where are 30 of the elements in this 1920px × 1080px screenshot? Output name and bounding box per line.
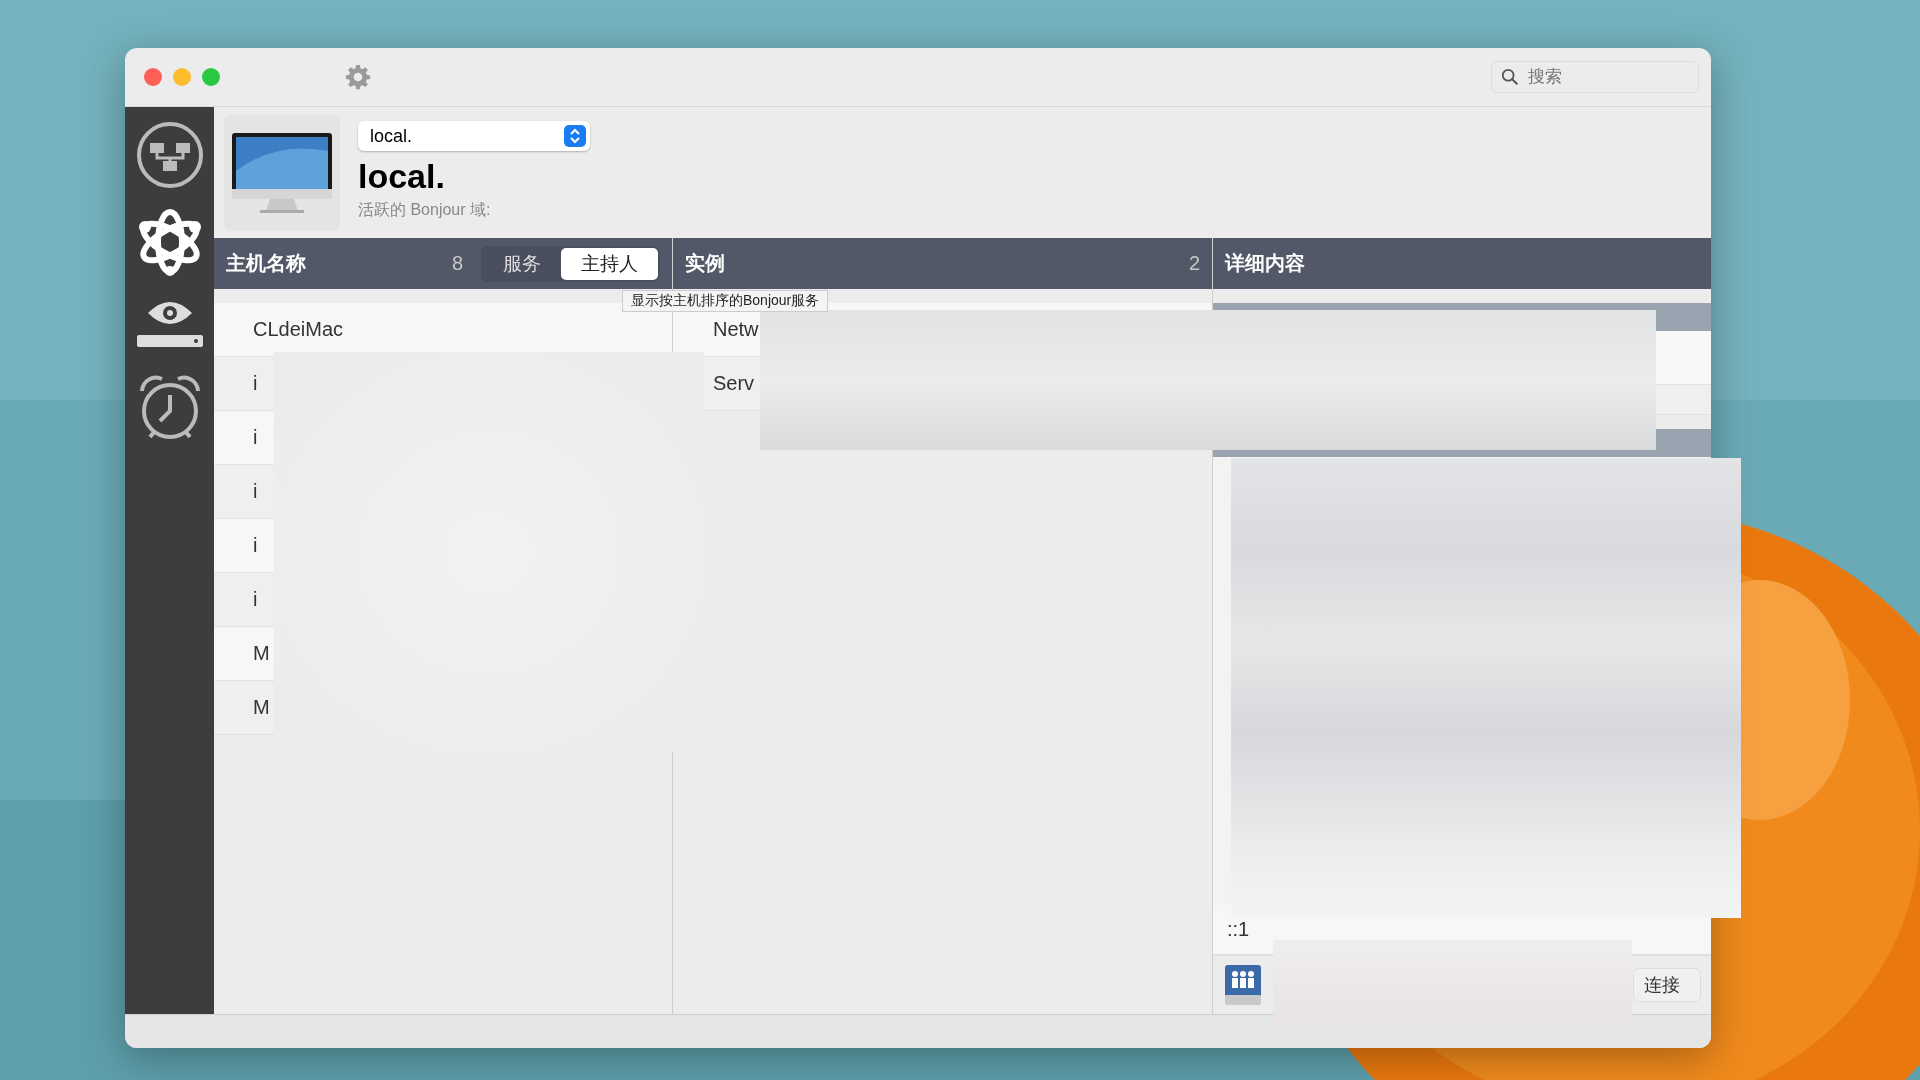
host-name: M: [253, 642, 270, 665]
network-drive-icon: [1223, 963, 1263, 1007]
column-heading: 详细内容: [1225, 251, 1305, 276]
host-name: M: [253, 696, 270, 719]
domain-title: local.: [358, 157, 446, 196]
instance-name: Serv: [713, 372, 755, 395]
host-name: i: [253, 588, 258, 611]
column-heading: 主机名称: [226, 251, 306, 276]
host-count: 8: [451, 252, 463, 275]
column-heading: 实例: [685, 251, 725, 276]
close-button[interactable]: [144, 68, 162, 86]
network-icon[interactable]: [135, 121, 204, 189]
domain-dropdown[interactable]: local.: [358, 121, 590, 151]
search-field[interactable]: 搜索: [1491, 61, 1699, 93]
segment-tab[interactable]: 服务: [483, 247, 561, 280]
host-name: i: [253, 372, 258, 395]
instance-name: Netw: [713, 318, 759, 341]
tooltip: 显示按主机排序的Bonjour服务: [622, 290, 829, 312]
address-text: ::1: [1227, 918, 1250, 941]
stepper-icon: [564, 125, 586, 147]
host-name: i: [253, 480, 258, 503]
instance-count: 2: [1188, 252, 1200, 275]
monitor-icon: [230, 131, 334, 215]
host-name: CLdeiMac: [253, 318, 344, 341]
segment-tab[interactable]: 主持人: [561, 247, 658, 280]
host-name: i: [253, 534, 258, 557]
search-icon: [1501, 68, 1519, 86]
host-name: i: [253, 426, 258, 449]
domain-subtitle: 活跃的 Bonjour 域:: [358, 200, 492, 220]
connect-button[interactable]: 连接: [1633, 968, 1701, 1002]
